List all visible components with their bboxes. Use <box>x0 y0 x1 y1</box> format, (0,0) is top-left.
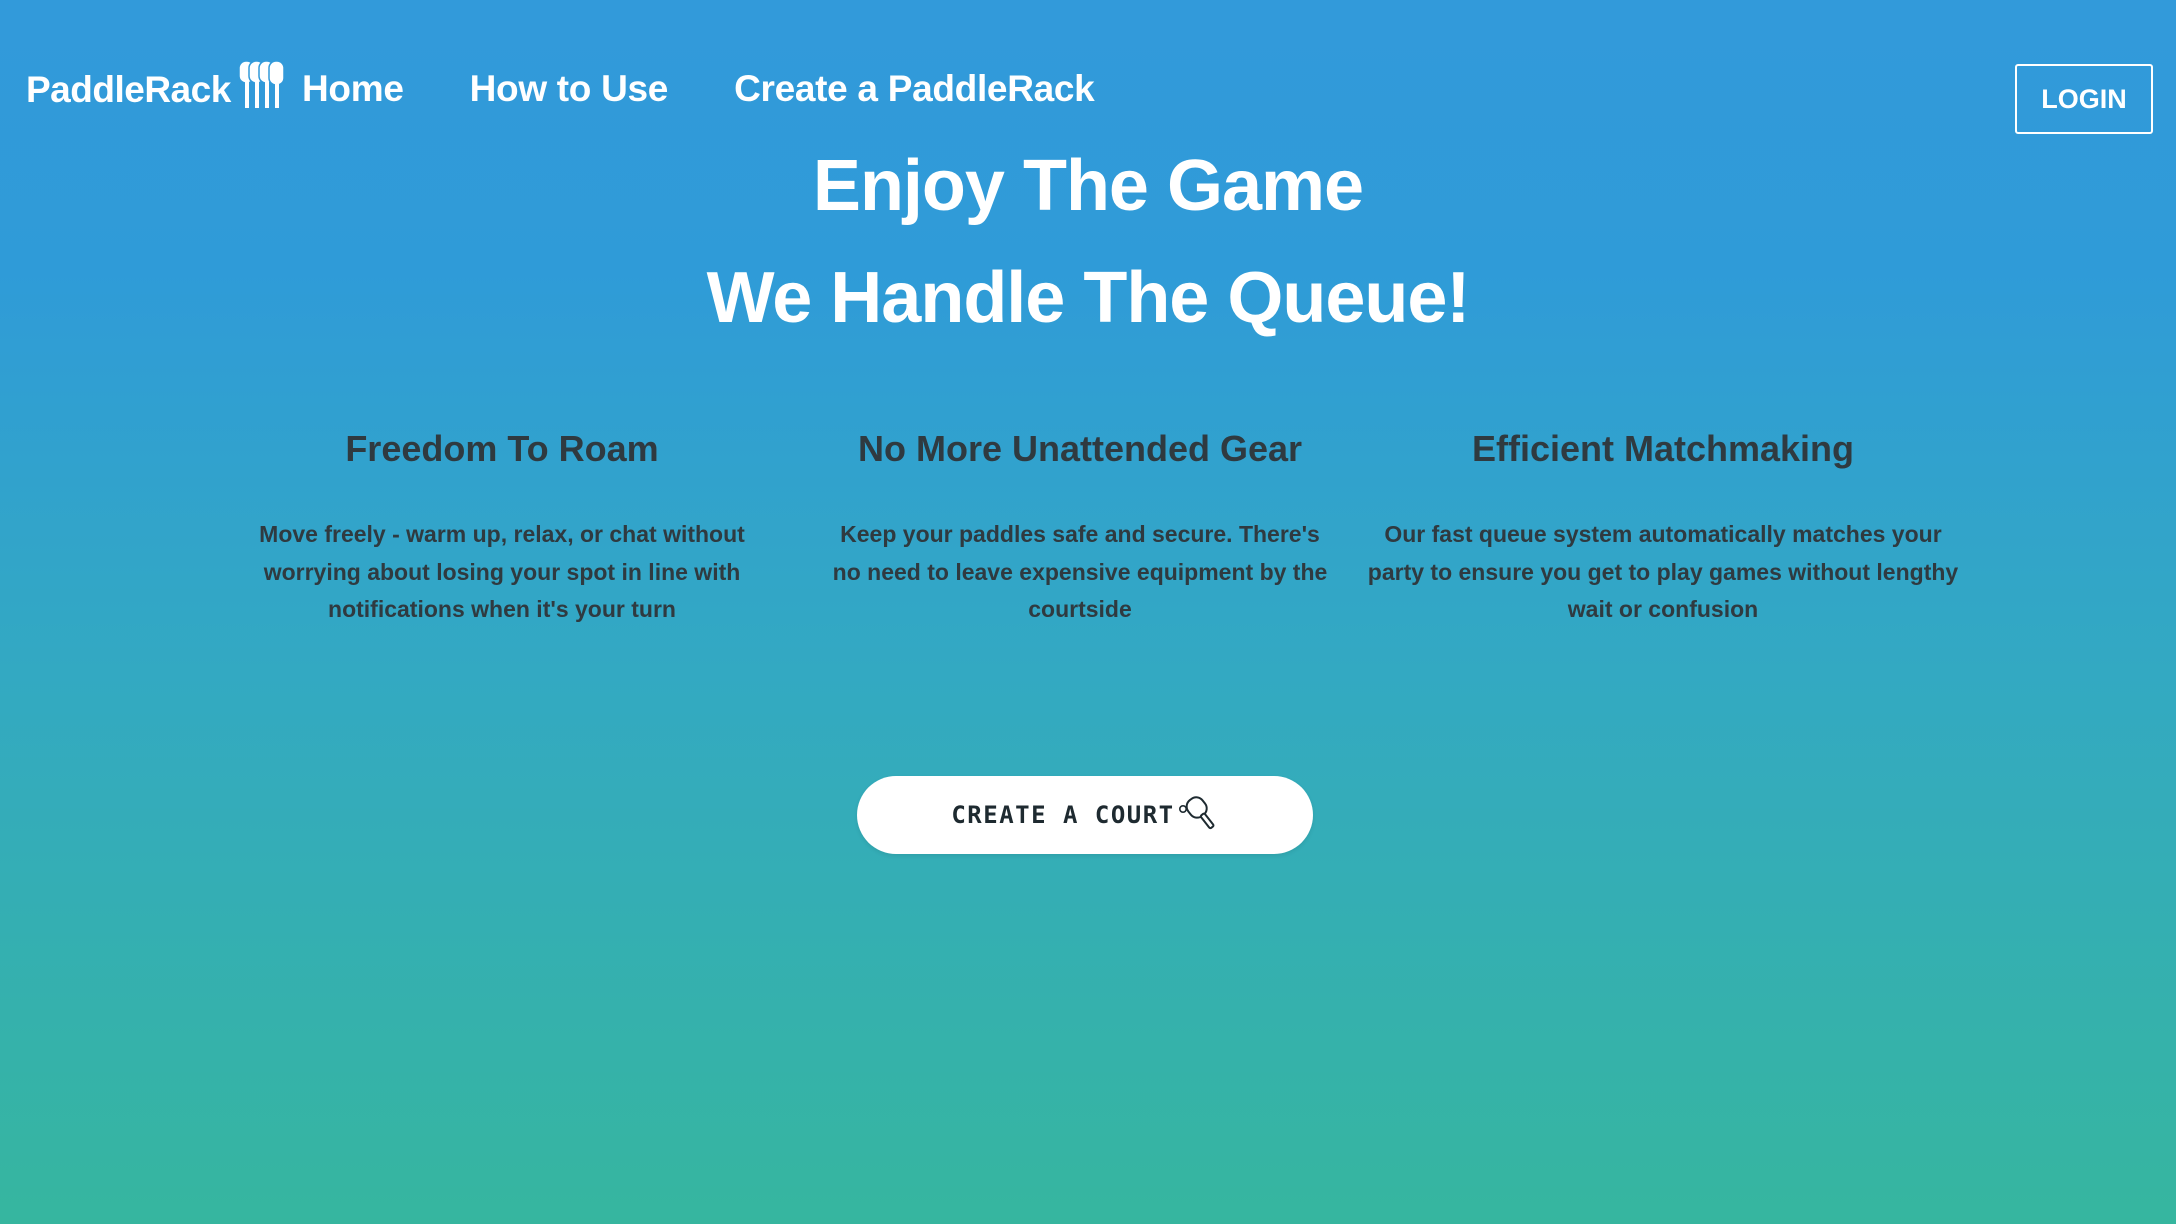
brand-link[interactable]: PaddleRack <box>26 60 291 111</box>
login-button[interactable]: LOGIN <box>2015 64 2153 134</box>
feature-unattended-gear: No More Unattended Gear Keep your paddle… <box>830 424 1330 629</box>
hero: Enjoy The Game We Handle The Queue! <box>0 130 2176 354</box>
feature-description: Our fast queue system automatically matc… <box>1367 521 1959 622</box>
feature-description: Move freely - warm up, relax, or chat wi… <box>259 521 745 622</box>
paddle-rack-logo-icon <box>238 60 285 108</box>
brand-name: PaddleRack <box>26 69 231 110</box>
feature-title: Efficient Matchmaking <box>1471 428 1855 469</box>
nav-link-how-to-use[interactable]: How to Use <box>470 68 669 110</box>
nav-links: Home How to Use Create a PaddleRack <box>302 68 1095 110</box>
feature-freedom-to-roam: Freedom To Roam Move freely - warm up, r… <box>210 424 794 629</box>
hero-subheadline: We Handle The Queue! <box>706 258 1471 338</box>
features-section: Freedom To Roam Move freely - warm up, r… <box>0 424 2176 644</box>
create-court-button[interactable]: CREATE A COURT <box>857 776 1313 854</box>
pickleball-paddle-icon <box>1178 796 1215 830</box>
feature-efficient-matchmaking: Efficient Matchmaking Our fast queue sys… <box>1358 424 1968 629</box>
nav-link-home[interactable]: Home <box>302 68 404 110</box>
feature-title: Freedom To Roam <box>345 428 659 469</box>
create-court-label: CREATE A COURT <box>951 801 1175 829</box>
hero-headline: Enjoy The Game <box>812 146 1364 226</box>
nav-link-create-paddlerack[interactable]: Create a PaddleRack <box>734 68 1095 110</box>
feature-title: No More Unattended Gear <box>857 428 1303 469</box>
feature-description: Keep your paddles safe and secure. There… <box>832 521 1328 622</box>
